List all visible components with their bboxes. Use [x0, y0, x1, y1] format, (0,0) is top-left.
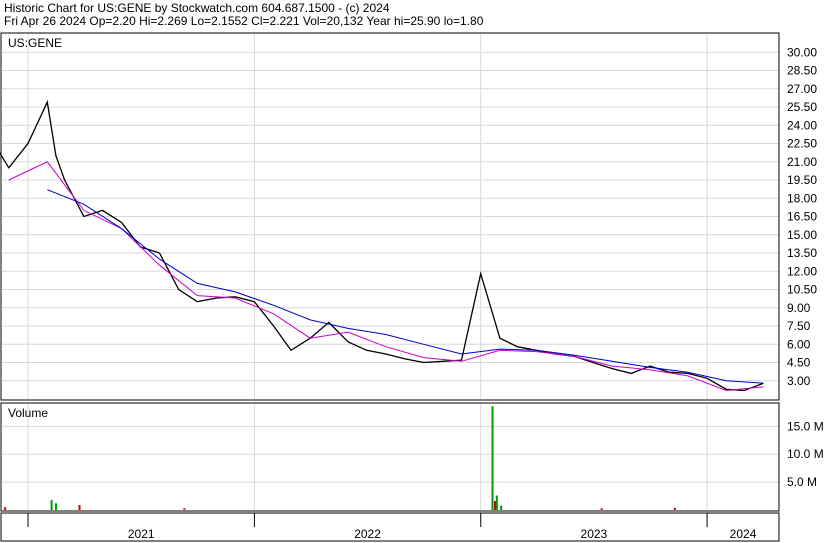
volume-bar [4, 507, 7, 510]
stock-chart: 30.00 28.50 27.00 25.50 24.00 22.50 21.00 19.50… [0, 32, 824, 542]
price-series-group [0, 99, 764, 392]
price-tick-label: 9.00 [787, 301, 811, 315]
price-tick-label: 3.00 [787, 374, 811, 388]
price-tick-label: 6.00 [787, 337, 811, 351]
volume-bar [500, 505, 503, 510]
price-tick-label: 28.50 [787, 64, 817, 78]
price-tick-label: 10.50 [787, 283, 817, 297]
volume-grid [2, 404, 779, 510]
price-tick-label: 22.50 [787, 137, 817, 151]
price-tick-label: 18.00 [787, 191, 817, 205]
volume-y-axis: 15.0 M 10.0 M 5.0 M [787, 419, 824, 489]
chart-symbol-label: US:GENE [8, 36, 62, 50]
volume-bar [673, 507, 676, 510]
volume-bar [78, 504, 81, 510]
year-axis: 2021 2022 2023 2024 [27, 513, 757, 541]
price-tick-label: 21.00 [787, 155, 817, 169]
volume-tick-label: 5.0 M [787, 475, 817, 489]
year-tick-label: 2024 [730, 527, 757, 541]
volume-bar [50, 499, 53, 510]
volume-tick-label: 10.0 M [787, 447, 824, 461]
volume-panel-frame [0, 402, 780, 512]
price-tick-label: 27.00 [787, 82, 817, 96]
volume-bar [493, 501, 496, 510]
series-line-ma_long [47, 189, 764, 384]
price-tick-label: 19.50 [787, 173, 817, 187]
price-y-axis: 30.00 28.50 27.00 25.50 24.00 22.50 21.00 19.50… [787, 45, 817, 388]
price-tick-label: 15.00 [787, 228, 817, 242]
price-tick-label: 12.00 [787, 264, 817, 278]
price-tick-label: 4.50 [787, 356, 811, 370]
volume-tick-label: 15.0 M [787, 419, 824, 433]
volume-bar [183, 508, 186, 510]
price-tick-label: 30.00 [787, 45, 817, 59]
volume-bar [600, 508, 603, 510]
series-line-price [0, 99, 764, 392]
price-grid [2, 34, 779, 399]
year-axis-frame [0, 512, 780, 542]
price-tick-label: 24.00 [787, 118, 817, 132]
volume-bar [491, 406, 494, 510]
year-tick-label: 2022 [354, 527, 381, 541]
price-tick-label: 13.50 [787, 246, 817, 260]
series-line-ma_short [8, 161, 764, 392]
volume-panel-label: Volume [8, 406, 48, 420]
price-tick-label: 25.50 [787, 100, 817, 114]
year-tick-label: 2023 [581, 527, 608, 541]
volume-bar [54, 503, 57, 510]
year-tick-label: 2021 [128, 527, 155, 541]
price-tick-label: 7.50 [787, 319, 811, 333]
price-tick-label: 16.50 [787, 210, 817, 224]
volume-bar [495, 495, 498, 510]
volume-bars-group [4, 406, 676, 510]
